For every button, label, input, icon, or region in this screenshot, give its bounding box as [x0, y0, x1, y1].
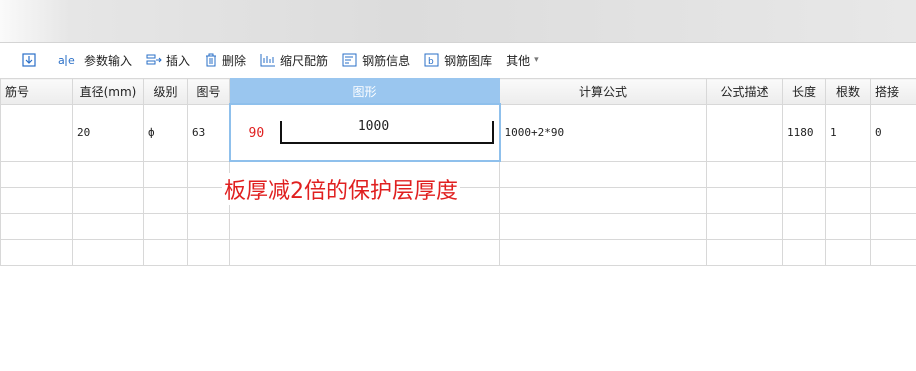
- empty-cell[interactable]: [0, 160, 73, 188]
- empty-cell[interactable]: [143, 160, 188, 188]
- svg-text:e: e: [68, 54, 75, 67]
- svg-text:b: b: [428, 57, 434, 67]
- cell-bar-no[interactable]: [0, 103, 73, 162]
- cell-lap[interactable]: 0: [870, 103, 916, 162]
- table-header-row: 筋号 直径(mm) 级别 图号 图形 计算公式 公式描述 长度 根数 搭接: [0, 78, 916, 105]
- empty-cell[interactable]: [706, 187, 783, 214]
- annotation-text: 板厚减2倍的保护层厚度: [222, 173, 460, 205]
- header-grade[interactable]: 级别: [143, 78, 188, 105]
- header-count[interactable]: 根数: [825, 78, 871, 105]
- header-length[interactable]: 长度: [782, 78, 826, 105]
- header-bar-no[interactable]: 筋号: [0, 78, 73, 105]
- empty-cell[interactable]: [706, 239, 783, 266]
- empty-cell[interactable]: [825, 187, 871, 214]
- toolbar: a e 参数输入 插入 删除 缩尺配筋 钢筋信息 b 钢筋图库 其他 ▾: [0, 46, 916, 74]
- scale-rebar-label: 缩尺配筋: [280, 53, 329, 68]
- cell-description[interactable]: [706, 103, 783, 162]
- empty-cell[interactable]: [229, 239, 500, 266]
- empty-cell[interactable]: [143, 239, 188, 266]
- table-row[interactable]: [0, 213, 916, 240]
- scale-rebar-button[interactable]: 缩尺配筋: [260, 52, 328, 69]
- rebar-library-button[interactable]: b 钢筋图库: [424, 52, 492, 69]
- empty-cell[interactable]: [782, 160, 826, 188]
- header-lap[interactable]: 搭接: [870, 78, 916, 105]
- rebar-table: 筋号 直径(mm) 级别 图号 图形 计算公式 公式描述 长度 根数 搭接 20…: [0, 78, 916, 266]
- rebar-info-icon: [342, 53, 357, 67]
- delete-label: 删除: [222, 53, 247, 68]
- cell-shape-no[interactable]: 63: [187, 103, 230, 162]
- empty-cell[interactable]: [706, 160, 783, 188]
- empty-cell[interactable]: [72, 213, 144, 240]
- arrow-down-button[interactable]: [22, 53, 40, 67]
- empty-cell[interactable]: [187, 239, 230, 266]
- empty-cell[interactable]: [499, 187, 707, 214]
- empty-cell[interactable]: [72, 239, 144, 266]
- empty-cell[interactable]: [143, 213, 188, 240]
- empty-cell[interactable]: [825, 213, 871, 240]
- empty-cell[interactable]: [870, 213, 916, 240]
- empty-cell[interactable]: [706, 213, 783, 240]
- header-description[interactable]: 公式描述: [706, 78, 783, 105]
- other-menu-button[interactable]: 其他 ▾: [506, 52, 539, 69]
- param-input-button[interactable]: a e 参数输入: [58, 52, 132, 69]
- param-input-label: 参数输入: [84, 53, 133, 68]
- empty-cell[interactable]: [782, 187, 826, 214]
- cell-shape[interactable]: 90 1000: [228, 103, 501, 162]
- svg-text:a: a: [58, 54, 65, 67]
- empty-cell[interactable]: [499, 239, 707, 266]
- empty-cell[interactable]: [825, 239, 871, 266]
- rebar-library-icon: b: [424, 53, 439, 67]
- empty-cell[interactable]: [782, 213, 826, 240]
- shape-span-length[interactable]: 1000: [232, 119, 498, 134]
- trash-icon: [206, 53, 217, 67]
- rebar-info-label: 钢筋信息: [362, 53, 411, 68]
- empty-cell[interactable]: [870, 160, 916, 188]
- header-formula[interactable]: 计算公式: [499, 78, 707, 105]
- caret-down-icon: ▾: [534, 55, 539, 65]
- rebar-library-label: 钢筋图库: [444, 53, 493, 68]
- cell-length[interactable]: 1180: [782, 103, 826, 162]
- delete-button[interactable]: 删除: [204, 52, 246, 69]
- arrow-down-box-icon: [22, 53, 36, 67]
- cell-grade[interactable]: ф: [143, 103, 188, 162]
- header-diameter[interactable]: 直径(mm): [72, 78, 144, 105]
- abc-param-icon: a e: [58, 54, 75, 67]
- cell-formula[interactable]: 1000+2*90: [499, 103, 707, 162]
- empty-cell[interactable]: [825, 160, 871, 188]
- insert-label: 插入: [166, 53, 191, 68]
- table-row[interactable]: [0, 239, 916, 266]
- empty-cell[interactable]: [72, 187, 144, 214]
- scale-rebar-icon: [260, 54, 276, 67]
- empty-cell[interactable]: [229, 213, 500, 240]
- window-title-bar: [0, 0, 916, 43]
- empty-cell[interactable]: [72, 160, 144, 188]
- empty-cell[interactable]: [499, 160, 707, 188]
- empty-cell[interactable]: [782, 239, 826, 266]
- insert-button[interactable]: 插入: [146, 52, 190, 69]
- empty-cell[interactable]: [870, 187, 916, 214]
- empty-cell[interactable]: [0, 187, 73, 214]
- other-label: 其他: [506, 53, 531, 68]
- empty-cell[interactable]: [499, 213, 707, 240]
- empty-cell[interactable]: [870, 239, 916, 266]
- insert-icon: [146, 54, 162, 65]
- cell-count[interactable]: 1: [825, 103, 871, 162]
- rebar-info-button[interactable]: 钢筋信息: [342, 52, 410, 69]
- table-row[interactable]: 20 ф 63 90 1000 1000+2*90 1180 1 0: [0, 103, 916, 162]
- empty-cell[interactable]: [0, 213, 73, 240]
- header-shape[interactable]: 图形: [229, 78, 500, 105]
- header-shape-no[interactable]: 图号: [187, 78, 230, 105]
- empty-cell[interactable]: [187, 213, 230, 240]
- cell-diameter[interactable]: 20: [72, 103, 144, 162]
- empty-cell[interactable]: [143, 187, 188, 214]
- empty-cell[interactable]: [0, 239, 73, 266]
